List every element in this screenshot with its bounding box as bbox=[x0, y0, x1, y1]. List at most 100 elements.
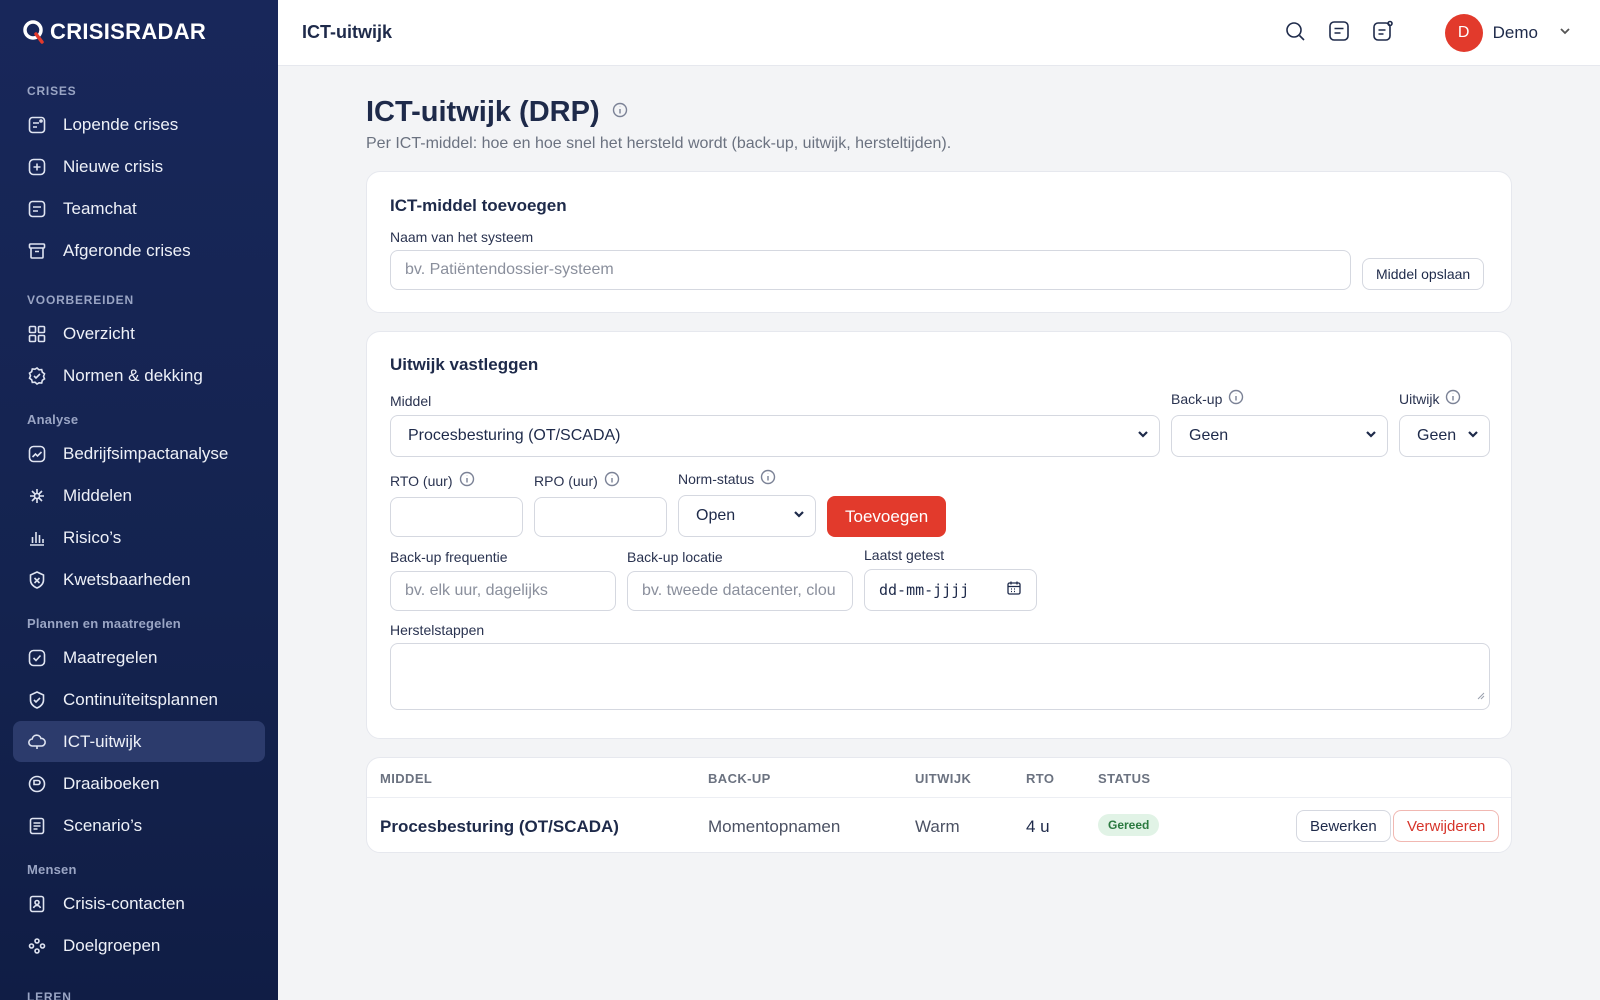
info-icon[interactable] bbox=[459, 471, 475, 490]
table-row: Procesbesturing (OT/SCADA) Momentopnamen… bbox=[367, 798, 1511, 854]
fallback-table: MIDDEL BACK-UP UITWIJK RTO STATUS Proces… bbox=[366, 757, 1512, 853]
sidebar-item-normen-dekking[interactable]: Normen & dekking bbox=[13, 355, 265, 396]
sidebar-item-scenarios[interactable]: Scenario’s bbox=[13, 805, 265, 846]
rto-input[interactable] bbox=[390, 497, 523, 537]
chevron-down-icon bbox=[793, 507, 805, 525]
rpo-input[interactable] bbox=[534, 497, 667, 537]
sidebar-item-crisis-contacten[interactable]: Crisis-contacten bbox=[13, 883, 265, 924]
sidebar-item-label: Crisis-contacten bbox=[63, 893, 185, 913]
backup-location-input[interactable]: bv. tweede datacenter, clou bbox=[627, 571, 853, 611]
field-label: Uitwijk bbox=[1399, 389, 1461, 408]
sidebar-item-overzicht[interactable]: Overzicht bbox=[13, 313, 265, 354]
column-header: BACK-UP bbox=[708, 771, 771, 786]
label-text: RTO (uur) bbox=[390, 472, 453, 489]
fallback-select[interactable]: Geen bbox=[1399, 415, 1490, 457]
sidebar-item-draaiboeken[interactable]: Draaiboeken bbox=[13, 763, 265, 804]
select-value: Geen bbox=[1189, 427, 1229, 444]
asset-select[interactable]: Procesbesturing (OT/SCADA) bbox=[390, 415, 1160, 457]
backup-select[interactable]: Geen bbox=[1171, 415, 1388, 457]
fallback-cell: Warm bbox=[915, 817, 960, 836]
nav-section-plannen: Plannen en maatregelen bbox=[27, 616, 181, 631]
user-name[interactable]: Demo bbox=[1493, 23, 1538, 43]
info-icon[interactable] bbox=[1228, 389, 1244, 408]
sidebar-item-label: Doelgroepen bbox=[63, 935, 161, 955]
add-button[interactable]: Toevoegen bbox=[827, 496, 947, 537]
nav-section-crises: CRISES bbox=[27, 84, 77, 98]
date-placeholder: dd-mm-jjjj bbox=[879, 581, 970, 599]
column-header: MIDDEL bbox=[380, 771, 433, 786]
add-asset-card: ICT-middel toevoegen Naam van het systee… bbox=[366, 171, 1512, 313]
nav-section-mensen: Mensen bbox=[27, 862, 77, 877]
backup-frequency-input[interactable]: bv. elk uur, dagelijks bbox=[390, 571, 616, 611]
card-title: Uitwijk vastleggen bbox=[390, 355, 539, 374]
sidebar-item-middelen[interactable]: Middelen bbox=[13, 475, 265, 516]
sidebar-item-maatregelen[interactable]: Maatregelen bbox=[13, 637, 265, 678]
delete-button[interactable]: Verwijderen bbox=[1393, 810, 1500, 842]
column-header: UITWIJK bbox=[915, 771, 972, 786]
brand-logo[interactable]: CRISISRADAR bbox=[0, 0, 278, 64]
sidebar-item-doelgroepen[interactable]: Doelgroepen bbox=[13, 925, 265, 966]
select-value: Open bbox=[696, 507, 736, 524]
bar-chart-icon bbox=[27, 528, 47, 548]
sidebar-item-teamchat[interactable]: Teamchat bbox=[13, 188, 265, 229]
sidebar-item-label: Maatregelen bbox=[63, 647, 158, 667]
recovery-steps-textarea[interactable] bbox=[390, 643, 1490, 710]
sidebar-item-label: Bedrijfsimpactanalyse bbox=[63, 443, 229, 463]
chevron-down-icon bbox=[1365, 427, 1377, 445]
nav-section-voorbereiden: VOORBEREIDEN bbox=[27, 293, 134, 307]
resize-handle-icon[interactable] bbox=[1475, 687, 1485, 705]
sidebar-item-nieuwe-crisis[interactable]: Nieuwe crisis bbox=[13, 146, 265, 187]
sidebar-item-afgeronde-crises[interactable]: Afgeronde crises bbox=[13, 230, 265, 271]
notification-icon[interactable] bbox=[1371, 19, 1395, 48]
topbar-title: ICT-uitwijk bbox=[302, 22, 392, 42]
group-icon bbox=[27, 936, 47, 956]
save-asset-button[interactable]: Middel opslaan bbox=[1362, 258, 1485, 290]
archive-icon bbox=[27, 241, 47, 261]
sidebar-item-lopende-crises[interactable]: Lopende crises bbox=[13, 104, 265, 145]
nav-section-analyse: Analyse bbox=[27, 412, 79, 427]
search-icon[interactable] bbox=[1283, 19, 1307, 48]
label-text: Uitwijk bbox=[1399, 390, 1440, 407]
system-name-input[interactable]: bv. Patiëntendossier-systeem bbox=[390, 250, 1351, 290]
sidebar-item-risicos[interactable]: Risico’s bbox=[13, 517, 265, 558]
backup-cell: Momentopnamen bbox=[708, 817, 841, 836]
table-header: MIDDEL BACK-UP UITWIJK RTO STATUS bbox=[367, 758, 1511, 798]
last-tested-date-input[interactable]: dd-mm-jjjj bbox=[864, 569, 1037, 611]
select-value: Geen bbox=[1417, 427, 1457, 444]
sidebar-item-ict-uitwijk[interactable]: ICT-uitwijk bbox=[13, 721, 265, 762]
label-text: Norm-status bbox=[678, 470, 755, 487]
info-icon[interactable] bbox=[1445, 389, 1461, 408]
fallback-card: Uitwijk vastleggen Middel Procesbesturin… bbox=[366, 331, 1512, 739]
sidebar-item-continuiteitsplannen[interactable]: Continuïteitsplannen bbox=[13, 679, 265, 720]
edit-button[interactable]: Bewerken bbox=[1296, 810, 1391, 842]
document-icon bbox=[27, 816, 47, 836]
info-icon[interactable] bbox=[604, 471, 620, 490]
nav-section-leren: LEREN bbox=[27, 990, 72, 1000]
brand-name: CRISISRADAR bbox=[50, 19, 207, 44]
sidebar-item-kwetsbaarheden[interactable]: Kwetsbaarheden bbox=[13, 559, 265, 600]
norm-status-select[interactable]: Open bbox=[678, 495, 816, 537]
avatar[interactable]: D bbox=[1444, 14, 1483, 52]
info-icon[interactable] bbox=[612, 102, 628, 123]
sidebar-item-label: Scenario’s bbox=[63, 815, 143, 835]
sidebar-item-bedrijfsimpactanalyse[interactable]: Bedrijfsimpactanalyse bbox=[13, 433, 265, 474]
sidebar-item-label: Teamchat bbox=[63, 198, 137, 218]
field-label: Back-up frequentie bbox=[390, 549, 508, 565]
chat-icon bbox=[27, 199, 47, 219]
sidebar-item-label: Continuïteitsplannen bbox=[63, 689, 219, 709]
calendar-icon[interactable] bbox=[1006, 580, 1022, 601]
chevron-down-icon[interactable] bbox=[1558, 24, 1572, 43]
chevron-down-icon bbox=[1137, 427, 1149, 445]
asset-name-cell: Procesbesturing (OT/SCADA) bbox=[380, 817, 619, 836]
contact-card-icon bbox=[27, 894, 47, 914]
sidebar: CRISISRADAR CRISES Lopende crises Nieuwe… bbox=[0, 0, 278, 1000]
info-icon[interactable] bbox=[760, 469, 776, 488]
card-title: ICT-middel toevoegen bbox=[390, 196, 567, 215]
shield-check-icon bbox=[27, 690, 47, 710]
page-title: ICT-uitwijk (DRP) bbox=[366, 96, 600, 128]
book-icon bbox=[27, 774, 47, 794]
chat-icon[interactable] bbox=[1327, 19, 1351, 48]
grid-icon bbox=[27, 324, 47, 344]
sidebar-item-label: Afgeronde crises bbox=[63, 240, 191, 260]
badge-check-icon bbox=[27, 366, 47, 386]
